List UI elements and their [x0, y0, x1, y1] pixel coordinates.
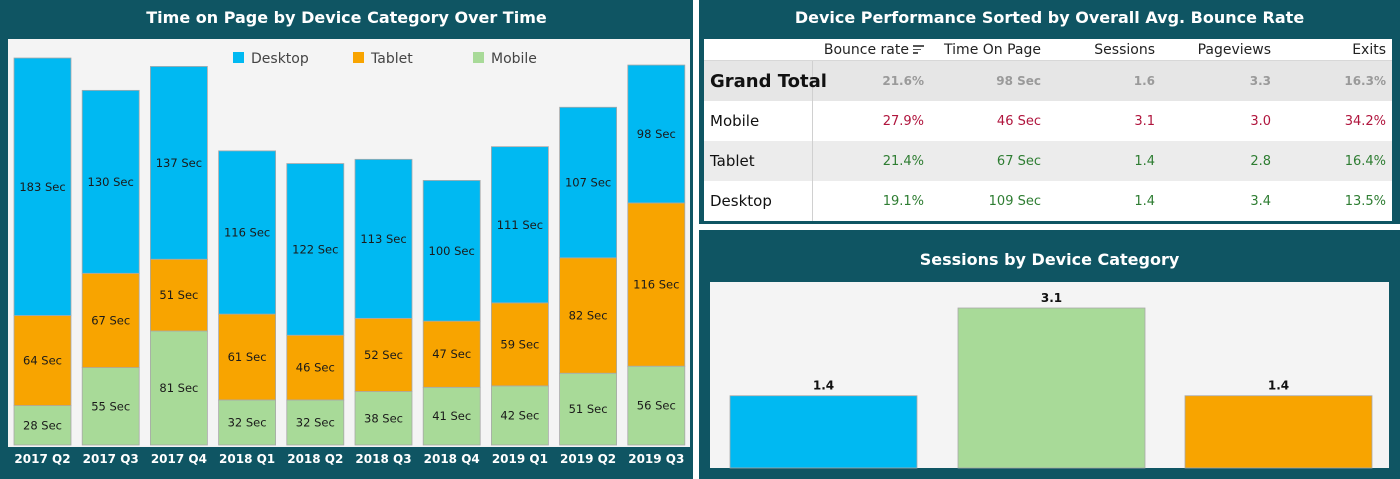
- sessions-panel: Sessions by Device Category 1.4 3.1 1.4: [699, 230, 1400, 479]
- cell-exits: 13.5%: [1344, 193, 1386, 209]
- legend-swatch-tablet: [353, 52, 364, 63]
- data-label-tablet: 82 Sec: [569, 309, 608, 323]
- x-tick-label: 2019 Q2: [560, 452, 616, 466]
- cell-bounce-rate: 19.1%: [882, 193, 924, 209]
- sessions-value-label: 3.1: [1041, 291, 1062, 305]
- data-label-desktop: 100 Sec: [429, 244, 475, 258]
- data-label-mobile: 32 Sec: [228, 415, 267, 429]
- sessions-bar-desktop: [729, 395, 918, 469]
- table-row-desktop: Desktop 19.1% 109 Sec 1.4 3.4 13.5%: [704, 181, 1392, 221]
- header-sessions[interactable]: Sessions: [1047, 39, 1161, 61]
- cell-time-on-page: 109 Sec: [988, 193, 1041, 209]
- legend-label-desktop: Desktop: [251, 51, 309, 67]
- row-label: Grand Total: [704, 60, 827, 101]
- cell-exits: 34.2%: [1344, 113, 1386, 129]
- data-label-mobile: 32 Sec: [296, 415, 335, 429]
- legend-label-mobile: Mobile: [491, 51, 537, 67]
- x-tick-label: 2017 Q3: [83, 452, 139, 466]
- data-label-mobile: 42 Sec: [500, 408, 539, 422]
- data-label-tablet: 59 Sec: [500, 337, 539, 351]
- x-tick-label: 2018 Q2: [287, 452, 343, 466]
- cell-pageviews: 3.4: [1250, 193, 1271, 209]
- table-row-grand-total: Grand Total 21.6% 98 Sec 1.6 3.3 16.3%: [704, 60, 1392, 101]
- data-label-mobile: 81 Sec: [159, 381, 198, 395]
- data-label-tablet: 52 Sec: [364, 348, 403, 362]
- data-label-mobile: 56 Sec: [637, 399, 676, 413]
- data-label-tablet: 61 Sec: [228, 350, 267, 364]
- cell-time-on-page: 67 Sec: [930, 141, 1047, 181]
- row-label: Tablet: [704, 141, 813, 181]
- x-tick-label: 2018 Q3: [355, 452, 411, 466]
- time-on-page-panel: Time on Page by Device Category Over Tim…: [0, 0, 693, 479]
- sessions-chart: 1.4 3.1 1.4: [729, 291, 1373, 469]
- x-tick-label: 2019 Q3: [628, 452, 684, 466]
- data-label-mobile: 55 Sec: [91, 399, 130, 413]
- sort-descending-icon[interactable]: [913, 45, 924, 54]
- cell-bounce-rate: 21.4%: [812, 141, 930, 181]
- data-label-desktop: 107 Sec: [565, 176, 611, 190]
- table-header-corner: [704, 39, 812, 61]
- data-label-desktop: 122 Sec: [292, 242, 338, 256]
- row-label: Desktop: [704, 181, 813, 221]
- cell-sessions: 1.4: [1134, 193, 1155, 209]
- data-label-desktop: 113 Sec: [360, 232, 406, 246]
- cell-pageviews: 3.0: [1250, 113, 1271, 129]
- x-tick-label: 2019 Q1: [492, 452, 548, 466]
- table-header-row: Bounce rate Time On Page Sessions Pagevi…: [704, 39, 1392, 61]
- data-label-mobile: 41 Sec: [432, 409, 471, 423]
- cell-sessions: 3.1: [1134, 113, 1155, 129]
- cell-pageviews: 3.3: [1161, 60, 1277, 101]
- data-label-desktop: 130 Sec: [88, 175, 134, 189]
- header-exits[interactable]: Exits: [1277, 39, 1392, 61]
- data-label-desktop: 137 Sec: [156, 156, 202, 170]
- data-label-tablet: 64 Sec: [23, 354, 62, 368]
- sessions-value-label: 1.4: [813, 379, 834, 393]
- x-tick-label: 2017 Q4: [151, 452, 207, 466]
- data-label-desktop: 183 Sec: [19, 180, 65, 194]
- sessions-bar-mobile: [957, 307, 1146, 469]
- x-tick-label: 2018 Q4: [424, 452, 480, 466]
- header-pageviews[interactable]: Pageviews: [1161, 39, 1277, 61]
- x-tick-label: 2017 Q2: [14, 452, 70, 466]
- legend-label-tablet: Tablet: [370, 51, 413, 67]
- cell-time-on-page: 98 Sec: [930, 60, 1047, 101]
- header-bounce-rate[interactable]: Bounce rate: [812, 39, 930, 61]
- data-label-mobile: 51 Sec: [569, 402, 608, 416]
- header-time-on-page[interactable]: Time On Page: [930, 39, 1047, 61]
- data-label-tablet: 67 Sec: [91, 313, 130, 327]
- table-row-mobile: Mobile 27.9% 46 Sec 3.1 3.0 34.2%: [704, 101, 1392, 141]
- header-bounce-rate-label: Bounce rate: [823, 41, 909, 58]
- device-performance-table-area: Bounce rate Time On Page Sessions Pagevi…: [704, 39, 1392, 221]
- table-row-tablet: Tablet 21.4% 67 Sec 1.4 2.8 16.4%: [704, 141, 1392, 181]
- cell-exits: 16.4%: [1277, 141, 1392, 181]
- row-label: Mobile: [704, 101, 813, 141]
- sessions-value-label: 1.4: [1268, 379, 1289, 393]
- cell-bounce-rate: 27.9%: [882, 113, 924, 129]
- cell-exits: 16.3%: [1277, 60, 1392, 101]
- data-label-tablet: 46 Sec: [296, 361, 335, 375]
- data-label-mobile: 38 Sec: [364, 411, 403, 425]
- data-label-tablet: 51 Sec: [159, 288, 198, 302]
- data-label-mobile: 28 Sec: [23, 418, 62, 432]
- device-performance-title: Device Performance Sorted by Overall Avg…: [794, 8, 1305, 27]
- time-on-page-chart: Desktop Tablet Mobile 28 Sec 64 Sec 183 Sec 20…: [13, 51, 686, 466]
- device-performance-table: Bounce rate Time On Page Sessions Pagevi…: [704, 39, 1392, 221]
- data-label-tablet: 47 Sec: [432, 347, 471, 361]
- data-label-desktop: 111 Sec: [497, 218, 543, 232]
- cell-pageviews: 2.8: [1161, 141, 1277, 181]
- cell-sessions: 1.4: [1047, 141, 1161, 181]
- cell-sessions: 1.6: [1047, 60, 1161, 101]
- sessions-bar-tablet: [1184, 395, 1373, 469]
- x-tick-label: 2018 Q1: [219, 452, 275, 466]
- cell-bounce-rate: 21.6%: [812, 60, 930, 101]
- legend-swatch-mobile: [473, 52, 484, 63]
- cell-time-on-page: 46 Sec: [996, 113, 1041, 129]
- data-label-desktop: 98 Sec: [637, 127, 676, 141]
- data-label-desktop: 116 Sec: [224, 226, 270, 240]
- data-label-tablet: 116 Sec: [633, 278, 679, 292]
- legend-swatch-desktop: [233, 52, 244, 63]
